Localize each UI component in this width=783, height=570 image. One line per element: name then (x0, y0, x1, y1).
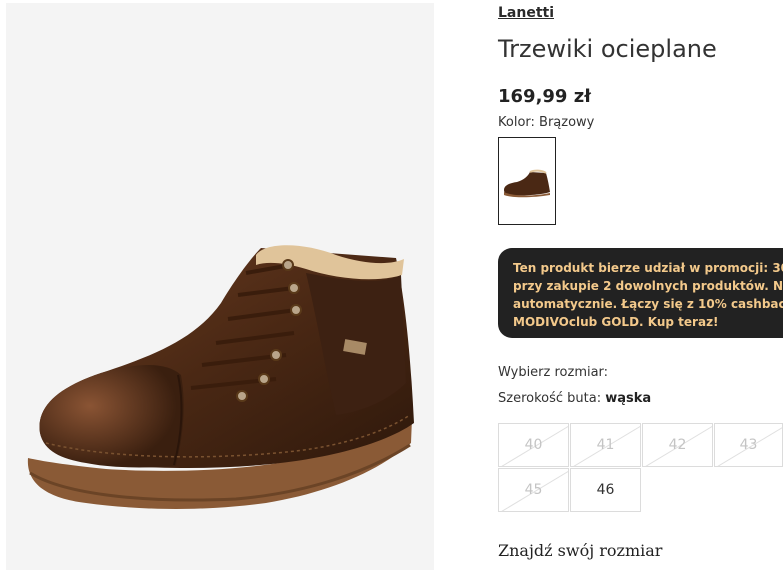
size-option-42[interactable]: 42 (642, 423, 713, 467)
promo-text-line-2: przy zakupie 2 dowolnych produktów. Nali… (513, 279, 783, 293)
shoe-width-value: wąska (605, 391, 652, 406)
size-option-label: 43 (739, 437, 758, 453)
color-swatch-brown[interactable] (498, 137, 556, 225)
promo-text-line-4: MODIVOclub GOLD. Kup teraz! (513, 315, 719, 329)
size-option-label: 40 (524, 437, 543, 453)
product-price: 169,99 zł (498, 86, 591, 107)
size-option-43[interactable]: 43 (714, 423, 783, 467)
brand-link[interactable]: Lanetti (498, 5, 554, 21)
shoe-width: Szerokość buta: wąska (498, 391, 651, 406)
product-image[interactable] (6, 3, 434, 570)
find-your-size-link[interactable]: Znajdź swój rozmiar (498, 541, 662, 560)
size-option-label: 46 (596, 482, 615, 498)
boot-illustration (27, 245, 414, 509)
boot-thumbnail-icon (504, 169, 550, 198)
product-title: Trzewiki ocieplane (498, 35, 717, 63)
size-option-40[interactable]: 40 (498, 423, 569, 467)
promo-banner[interactable]: Ten produkt bierze udział w promocji: 30… (498, 248, 783, 338)
shoe-width-label: Szerokość buta: (498, 391, 602, 406)
size-label: Wybierz rozmiar: (498, 365, 609, 380)
color-label: Kolor: Brązowy (498, 115, 595, 130)
promo-text-line-1: Ten produkt bierze udział w promocji: 30… (513, 261, 783, 275)
promo-text-line-3: automatycznie. Łączy się z 10% cashback (513, 297, 783, 311)
size-option-label: 45 (524, 482, 543, 498)
size-option-label: 42 (668, 437, 687, 453)
size-option-41[interactable]: 41 (570, 423, 641, 467)
size-option-45[interactable]: 45 (498, 468, 569, 512)
size-option-46[interactable]: 46 (570, 468, 641, 512)
size-option-label: 41 (596, 437, 615, 453)
